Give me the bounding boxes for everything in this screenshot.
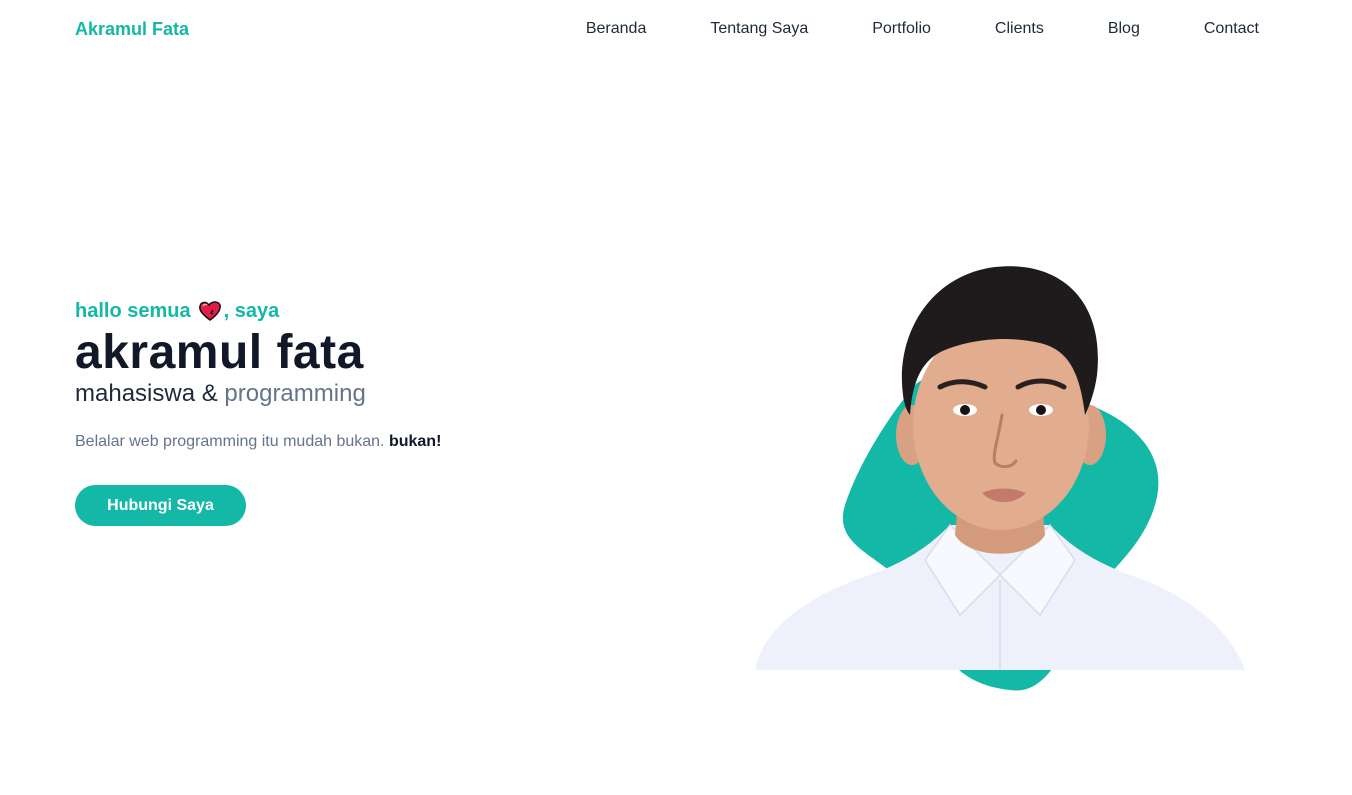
hero-description: Belalar web programming itu mudah bukan.… (75, 431, 595, 453)
nav-link-blog[interactable]: Blog (1108, 19, 1140, 39)
greeting-suffix: , saya (223, 300, 280, 322)
description-bold: bukan! (388, 433, 442, 450)
hero-name: akramul fata (75, 326, 364, 379)
greeting-text: hallo semua (75, 300, 191, 322)
description-text: Belalar web programming itu mudah bukan. (75, 433, 385, 450)
nav-link-portfolio[interactable]: Portfolio (872, 19, 931, 39)
greeting: hallo semua , saya (75, 297, 595, 325)
navbar: Akramul Fata Beranda Tentang Saya Portfo… (0, 0, 1352, 60)
hero-role: mahasiswa & programming (75, 380, 595, 408)
role-accent: programming (224, 380, 366, 407)
nav-link-beranda[interactable]: Beranda (586, 19, 647, 39)
nav-link-clients[interactable]: Clients (995, 19, 1044, 39)
page: Akramul Fata Beranda Tentang Saya Portfo… (0, 0, 1352, 795)
brand-logo[interactable]: Akramul Fata (75, 19, 189, 39)
nav-link-contact[interactable]: Contact (1204, 19, 1259, 39)
nav-menu: Beranda Tentang Saya Portfolio Clients B… (586, 19, 1259, 39)
profile-illustration (755, 266, 1245, 691)
contact-me-button[interactable]: Hubungi Saya (75, 485, 246, 526)
hero-text: hallo semua , saya akramul fata mahasisw… (75, 297, 595, 526)
heart-icon (198, 300, 222, 322)
nav-link-tentang-saya[interactable]: Tentang Saya (710, 19, 808, 39)
profile-photo (740, 255, 1260, 700)
role-prefix: mahasiswa & (75, 380, 218, 407)
